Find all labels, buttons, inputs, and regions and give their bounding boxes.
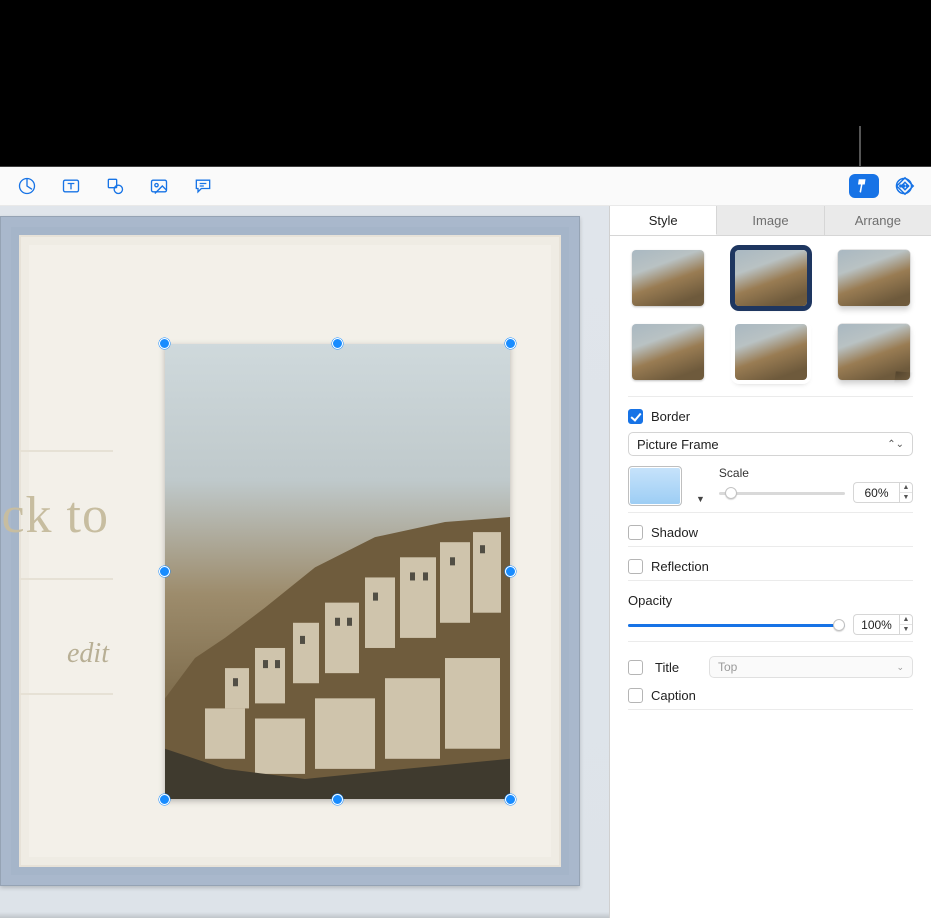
style-preset-5[interactable] xyxy=(735,324,807,380)
shadow-section: Shadow xyxy=(628,512,913,546)
title-position-select[interactable]: Top ⌄ xyxy=(709,656,913,678)
opacity-slider[interactable] xyxy=(628,617,845,633)
opacity-section: Opacity 100% ▲▼ xyxy=(628,580,913,641)
reflection-checkbox[interactable] xyxy=(628,559,643,574)
chart-icon[interactable] xyxy=(14,173,40,199)
title-checkbox[interactable] xyxy=(628,660,643,675)
format-inspector: Style Image Arrange Border Picture Frame xyxy=(610,206,931,918)
frame-popup-icon[interactable]: ▼ xyxy=(696,494,705,504)
resize-handle-tl[interactable] xyxy=(159,338,170,349)
resize-handle-bl[interactable] xyxy=(159,794,170,805)
subtitle-text: edit xyxy=(67,638,109,670)
opacity-label: Opacity xyxy=(628,593,913,608)
reflection-section: Reflection xyxy=(628,546,913,580)
selected-image[interactable] xyxy=(165,344,510,799)
opacity-value[interactable]: 100% xyxy=(853,614,899,635)
media-icon[interactable] xyxy=(146,173,172,199)
resize-handle-br[interactable] xyxy=(505,794,516,805)
resize-handle-bm[interactable] xyxy=(332,794,343,805)
toolbar xyxy=(0,166,931,206)
window-chrome-blackout xyxy=(0,0,931,166)
style-preset-6[interactable] xyxy=(838,324,910,380)
caption-checkbox[interactable] xyxy=(628,688,643,703)
image-content xyxy=(165,344,510,799)
resize-handle-mr[interactable] xyxy=(505,566,516,577)
image-style-presets xyxy=(628,250,913,380)
scale-slider[interactable] xyxy=(719,485,845,501)
border-checkbox[interactable] xyxy=(628,409,643,424)
style-preset-2[interactable] xyxy=(735,250,807,306)
shadow-label: Shadow xyxy=(651,525,698,540)
border-type-value: Picture Frame xyxy=(637,437,719,452)
caption-label: Caption xyxy=(651,688,696,703)
callout-line xyxy=(859,126,861,166)
title-label: Title xyxy=(655,660,697,675)
textbox-icon[interactable] xyxy=(58,173,84,199)
title-caption-section: Title Top ⌄ Caption xyxy=(628,641,913,709)
scale-stepper[interactable]: ▲▼ xyxy=(899,482,913,503)
title-text: ck to xyxy=(1,486,109,545)
title-position-value: Top xyxy=(718,660,737,674)
frame-swatch[interactable] xyxy=(628,466,682,506)
tab-arrange[interactable]: Arrange xyxy=(825,206,931,235)
reflection-label: Reflection xyxy=(651,559,709,574)
document-inspector-button[interactable] xyxy=(893,174,917,198)
tab-image[interactable]: Image xyxy=(717,206,824,235)
resize-handle-tr[interactable] xyxy=(505,338,516,349)
chevron-updown-icon: ⌃⌄ xyxy=(887,439,904,450)
tab-style[interactable]: Style xyxy=(610,206,717,235)
style-preset-1[interactable] xyxy=(632,250,704,306)
subtitle-placeholder[interactable]: edit xyxy=(19,615,113,695)
resize-handle-tm[interactable] xyxy=(332,338,343,349)
opacity-stepper[interactable]: ▲▼ xyxy=(899,614,913,635)
scale-label: Scale xyxy=(719,466,913,480)
chevron-down-icon: ⌄ xyxy=(896,662,904,673)
border-type-select[interactable]: Picture Frame ⌃⌄ xyxy=(628,432,913,456)
comment-icon[interactable] xyxy=(190,173,216,199)
style-preset-4[interactable] xyxy=(632,324,704,380)
shadow-checkbox[interactable] xyxy=(628,525,643,540)
format-inspector-button[interactable] xyxy=(849,174,879,198)
shape-icon[interactable] xyxy=(102,173,128,199)
slide-canvas[interactable]: ck to edit xyxy=(0,206,610,918)
style-preset-3[interactable] xyxy=(838,250,910,306)
resize-handle-ml[interactable] xyxy=(159,566,170,577)
scale-value[interactable]: 60% xyxy=(853,482,899,503)
inspector-tabs: Style Image Arrange xyxy=(610,206,931,236)
border-label: Border xyxy=(651,409,690,424)
border-section: Border Picture Frame ⌃⌄ ▼ Scale xyxy=(628,396,913,512)
title-placeholder[interactable]: ck to xyxy=(19,450,113,580)
